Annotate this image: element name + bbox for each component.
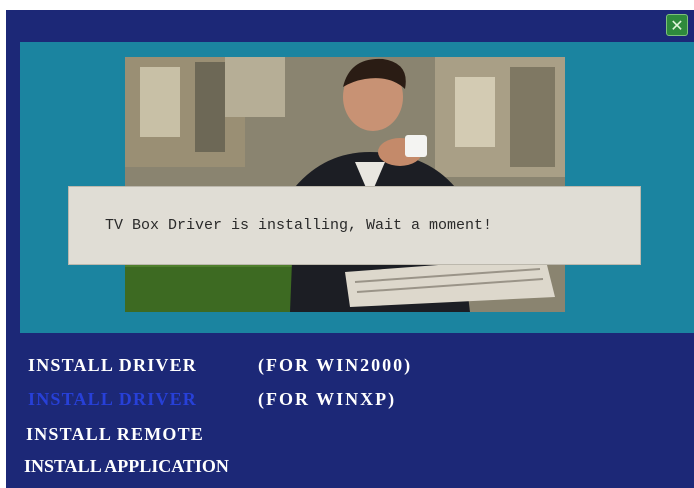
win2000-note: (FOR WIN2000)	[258, 355, 413, 375]
install-driver-win2000[interactable]: INSTALL DRIVER	[28, 355, 197, 376]
installing-dialog: TV Box Driver is installing, Wait a mome…	[68, 186, 641, 265]
close-button[interactable]: ✕	[666, 14, 688, 36]
winxp-note: (FOR WINXP)	[258, 389, 397, 409]
installing-message: TV Box Driver is installing, Wait a mome…	[105, 217, 493, 234]
install-application[interactable]: INSTALL APPLICATION	[24, 456, 229, 477]
hero-photo	[125, 57, 565, 312]
close-icon: ✕	[670, 16, 684, 35]
install-driver-winxp[interactable]: INSTALL DRIVER	[28, 389, 197, 410]
install-remote[interactable]: INSTALL REMOTE	[26, 424, 204, 445]
